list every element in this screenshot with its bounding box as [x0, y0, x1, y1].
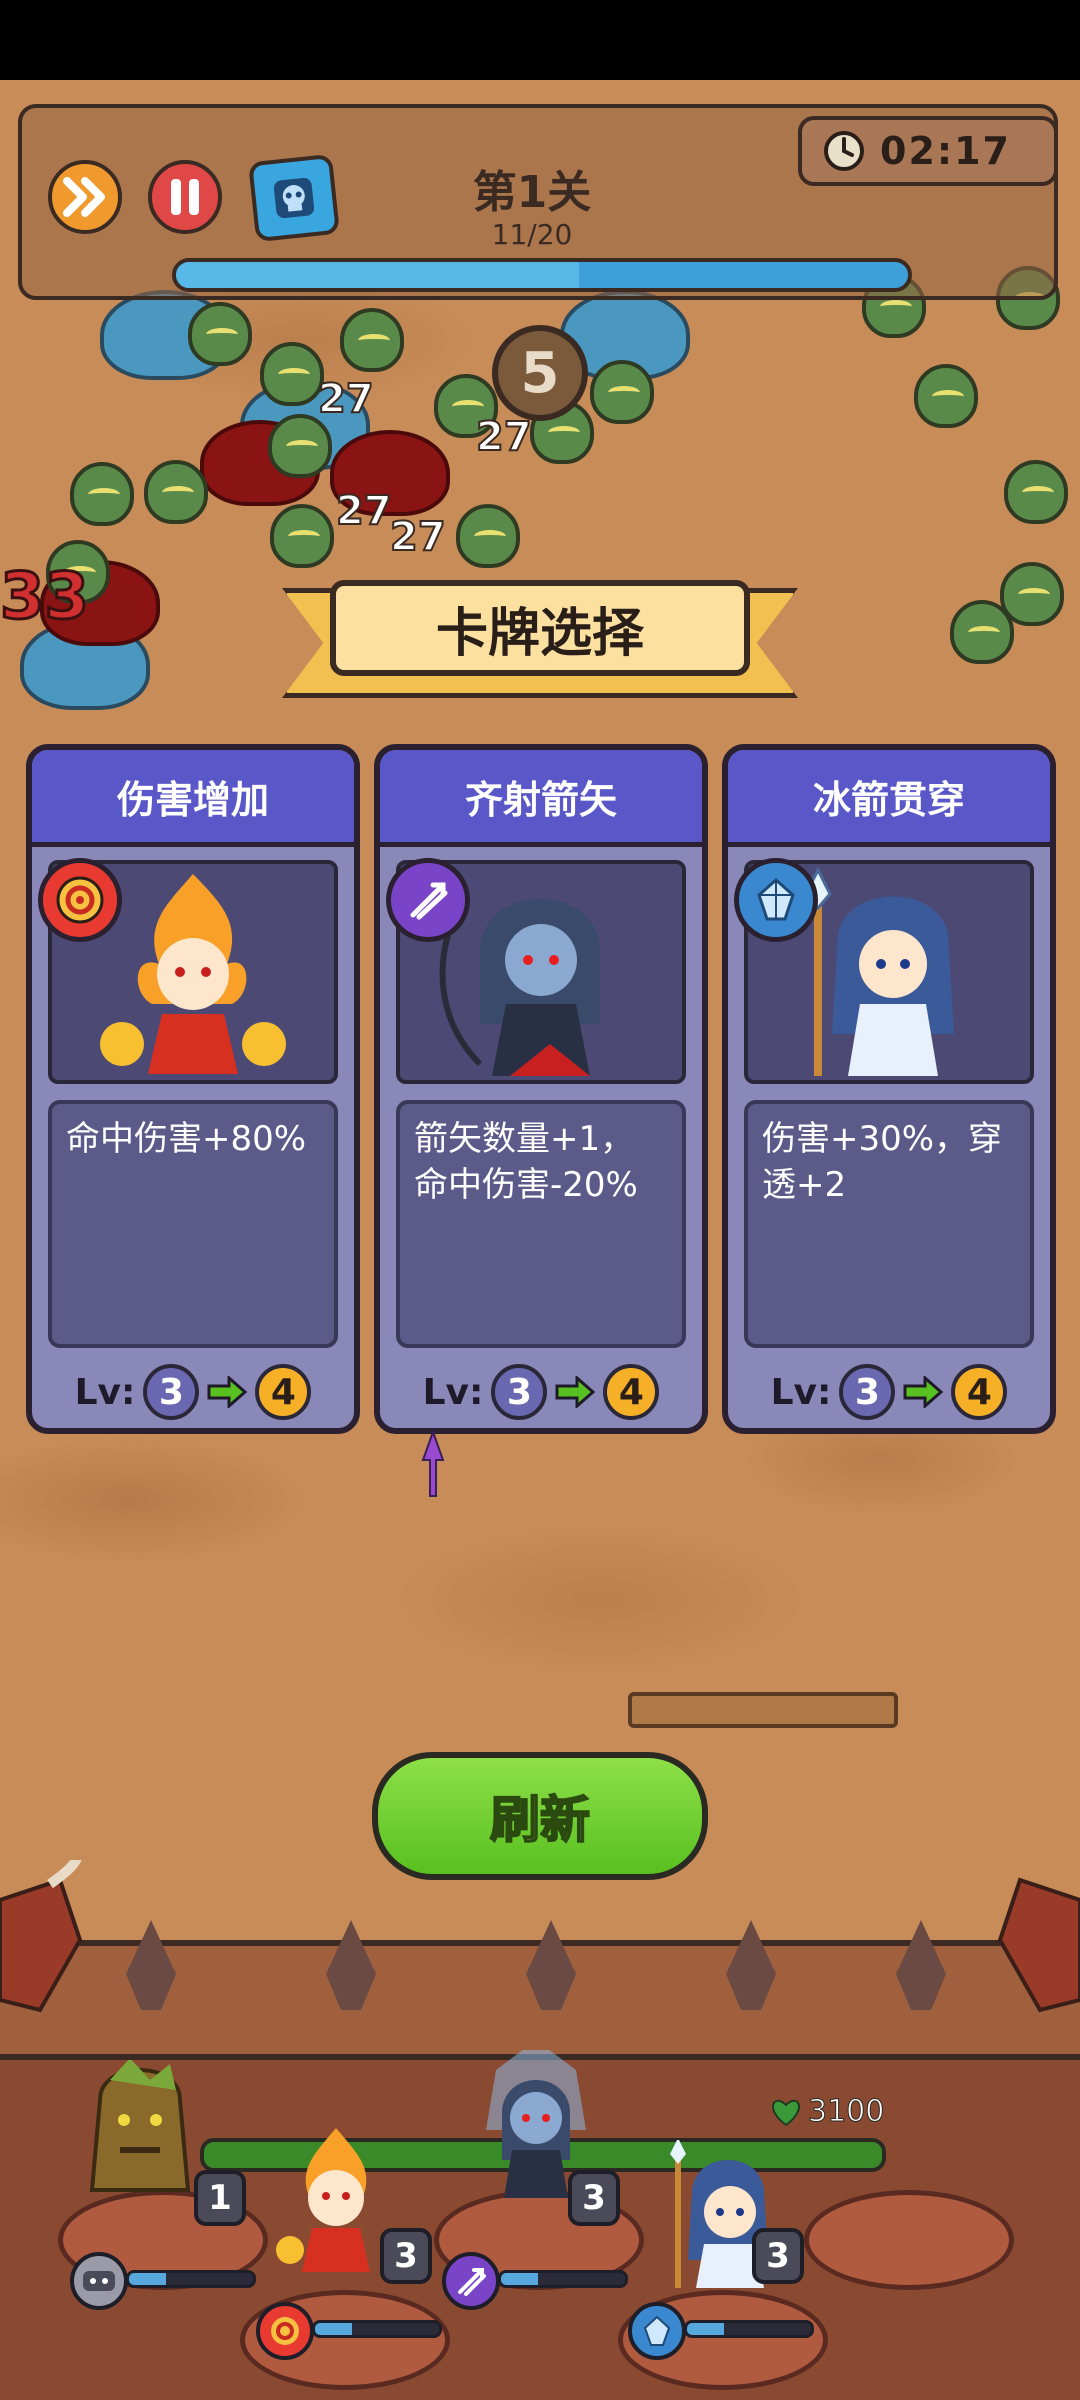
next-level: 4	[255, 1364, 312, 1420]
damage-number: 27	[475, 413, 533, 461]
damage-number: 27	[389, 513, 447, 561]
goblin-enemy	[268, 414, 332, 478]
target-icon	[56, 876, 104, 924]
card-level: Lv: 3 4	[728, 1360, 1050, 1424]
base-health-value: 3100	[807, 2094, 885, 2130]
card-skill-badge	[38, 858, 122, 942]
level-title: 第1关	[472, 167, 592, 218]
skull-card-icon	[273, 177, 315, 219]
card-skill-badge	[734, 858, 818, 942]
fast-forward-icon	[63, 177, 105, 217]
hero-cooldown-bar	[126, 2270, 256, 2288]
horn-decoration-left	[0, 1860, 83, 2013]
arrows-icon	[410, 882, 448, 920]
critical-damage-number: 33	[0, 559, 91, 636]
hero-level-badge: 3	[752, 2228, 804, 2284]
wave-counter: 5	[492, 325, 588, 421]
base-health: 3100	[770, 2094, 885, 2130]
skill-icon	[256, 2302, 314, 2360]
goblin-enemy	[914, 364, 978, 428]
card-ice-pierce[interactable]: 冰箭贯穿 伤害+30%，穿 透+2 Lv: 3 4	[722, 744, 1056, 1434]
current-level: 3	[143, 1364, 200, 1420]
ice-crystal-icon	[757, 877, 795, 921]
goblin-enemy	[590, 360, 654, 424]
wave-progress-fill	[176, 262, 579, 288]
goblin-enemy	[260, 342, 324, 406]
level-label: Lv:	[74, 1371, 136, 1413]
goblin-enemy	[456, 504, 520, 568]
card-description: 命中伤害+80%	[48, 1100, 338, 1348]
goblin-enemy	[340, 308, 404, 372]
empty-hero-pad[interactable]	[804, 2190, 1014, 2290]
wave-progress-text: 11/20	[491, 218, 573, 251]
level-label: Lv:	[770, 1371, 832, 1413]
arrow-right-icon	[207, 1376, 248, 1408]
heart-icon	[772, 2099, 800, 2126]
card-skill-badge	[386, 858, 470, 942]
arrow-projectile	[421, 1430, 445, 1497]
skill-icon	[628, 2302, 686, 2360]
tree-golem-hero[interactable]	[80, 2060, 200, 2210]
card-level: Lv: 3 4	[380, 1360, 702, 1424]
card-title: 伤害增加	[32, 750, 354, 847]
horn-decoration-right	[997, 1877, 1080, 2013]
skill-icon	[442, 2252, 500, 2310]
fast-forward-button[interactable]	[48, 160, 122, 234]
pause-icon	[171, 179, 199, 215]
fire-mage-hero[interactable]	[276, 2124, 396, 2274]
target-icon	[271, 2317, 299, 2345]
next-level: 4	[603, 1364, 660, 1420]
top-hud: 第1关 11/20 02:17	[18, 104, 1058, 300]
goblin-enemy	[188, 302, 252, 366]
current-level: 3	[839, 1364, 896, 1420]
hero-cooldown-bar	[684, 2320, 814, 2338]
wooden-plank	[628, 1692, 898, 1728]
arrows-icon	[458, 2268, 486, 2296]
card-title: 齐射箭矢	[380, 750, 702, 847]
card-damage-boost[interactable]: 伤害增加 命中伤害+80% Lv: 3 4	[26, 744, 360, 1434]
card-level: Lv: 3 4	[32, 1360, 354, 1424]
arrow-right-icon	[555, 1376, 596, 1408]
goblin-enemy	[950, 600, 1014, 664]
hero-cooldown-bar	[498, 2270, 628, 2288]
refresh-button[interactable]: 刷新	[372, 1752, 708, 1880]
goblin-enemy	[70, 462, 134, 526]
next-level: 4	[951, 1364, 1008, 1420]
card-deck-button[interactable]	[248, 153, 340, 243]
hero-level-badge: 3	[380, 2228, 432, 2284]
game-stage: 27 27 27 27 33 5 第1关 11/20 02:17 卡牌选择 伤害…	[0, 80, 1080, 2400]
card-title: 冰箭贯穿	[728, 750, 1050, 847]
golem-face-icon	[83, 2271, 115, 2291]
timer-text: 02:17	[880, 129, 1011, 173]
wave-progress-bar	[172, 258, 912, 292]
pause-button[interactable]	[148, 160, 222, 234]
current-level: 3	[491, 1364, 548, 1420]
arrow-right-icon	[903, 1376, 944, 1408]
clock-icon	[824, 131, 864, 171]
damage-number: 27	[335, 487, 393, 535]
goblin-enemy	[1004, 460, 1068, 524]
hero-level-badge: 3	[568, 2170, 620, 2226]
card-description: 箭矢数量+1， 命中伤害-20%	[396, 1100, 686, 1348]
goblin-enemy	[270, 504, 334, 568]
skill-icon	[70, 2252, 128, 2310]
card-description: 伤害+30%，穿 透+2	[744, 1100, 1034, 1348]
timer: 02:17	[798, 116, 1058, 186]
goblin-enemy	[144, 460, 208, 524]
card-volley-arrows[interactable]: 齐射箭矢 箭矢数量+1， 命中伤害-20% Lv: 3 4	[374, 744, 708, 1434]
damage-number: 27	[317, 375, 375, 423]
card-select-title: 卡牌选择	[330, 580, 750, 676]
level-label: Lv:	[422, 1371, 484, 1413]
hero-level-badge: 1	[194, 2170, 246, 2226]
ice-crystal-icon	[643, 2315, 671, 2346]
hero-cooldown-bar	[312, 2320, 442, 2338]
